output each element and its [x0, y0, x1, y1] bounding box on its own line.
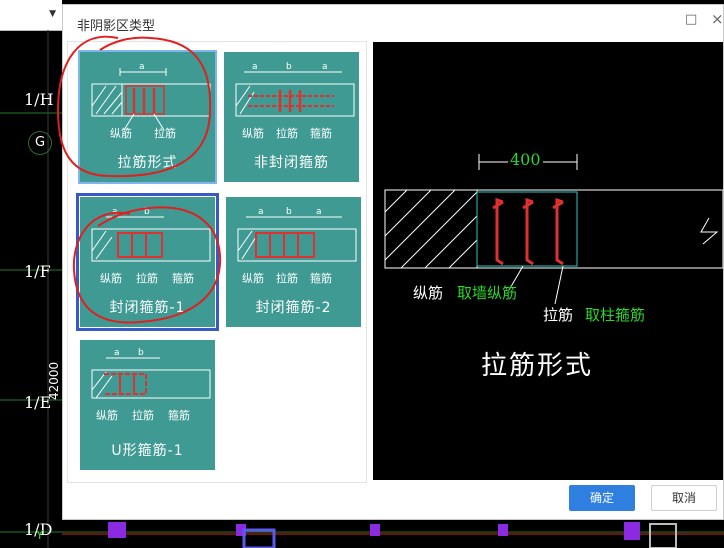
- preview-panel: 400 纵筋 取墙纵筋 拉筋 取柱箍筋 拉筋形式: [373, 42, 723, 480]
- tile-dim-a: a: [114, 348, 120, 358]
- tile-label-tie: 拉筋: [132, 409, 154, 422]
- tile-hover-frame: [78, 50, 217, 184]
- preview-label-longitudinal: 纵筋: [413, 284, 444, 302]
- preview-label-tie: 拉筋: [543, 306, 574, 324]
- tile-non-closed-stirrup[interactable]: a b a 纵筋 拉筋 箍筋 非封闭箍筋: [224, 52, 359, 182]
- tile-label-stirrup: 箍筋: [310, 272, 332, 285]
- non-shaded-area-type-dialog: 非阴影区类型 □ × a 纵筋 拉筋 拉筋形式 a b a 纵筋 拉筋 箍筋 非…: [62, 4, 724, 520]
- tile-label-tie: 拉筋: [276, 272, 298, 285]
- preview-dimension: 400: [508, 150, 543, 169]
- tile-closed-stirrup-2[interactable]: a b a 纵筋 拉筋 箍筋 封闭箍筋-2: [226, 197, 361, 327]
- cad-y-axis-label: Y: [36, 528, 44, 542]
- axis-bubble-g: G: [28, 131, 52, 155]
- square-icon[interactable]: □: [685, 12, 697, 27]
- tile-dim-a: a: [258, 207, 264, 217]
- cancel-button[interactable]: 取消: [651, 485, 717, 511]
- preview-label-longitudinal-value: 取墙纵筋: [457, 284, 518, 302]
- tile-dim-b: b: [138, 348, 144, 358]
- type-tile-list: a 纵筋 拉筋 拉筋形式 a b a 纵筋 拉筋 箍筋 非封闭箍筋 a b 纵筋…: [67, 41, 367, 483]
- cad-dimension-text: 42000: [47, 361, 61, 400]
- dialog-title: 非阴影区类型: [77, 19, 156, 34]
- tile-dim-a2: a: [316, 207, 322, 217]
- tile-label-longitudinal: 纵筋: [96, 409, 118, 422]
- tile-dim-b: b: [286, 207, 292, 217]
- tile-dim-a2: a: [322, 62, 328, 72]
- tile-dim-b: b: [286, 62, 292, 72]
- tile-dim-a: a: [252, 62, 258, 72]
- preview-label-tie-value: 取柱箍筋: [585, 306, 646, 324]
- ok-button[interactable]: 确定: [569, 485, 635, 511]
- tile-label-longitudinal: 纵筋: [242, 272, 264, 285]
- tile-u-stirrup-1[interactable]: a b 纵筋 拉筋 箍筋 U形箍筋-1: [80, 340, 215, 470]
- tile-label-tie: 拉筋: [276, 127, 298, 140]
- axis-label-1h: 1/H: [24, 90, 54, 109]
- close-icon[interactable]: ×: [711, 10, 724, 28]
- tile-caption: U形箍筋-1: [111, 443, 184, 459]
- preview-caption: 拉筋形式: [481, 351, 594, 381]
- tile-caption: 非封闭箍筋: [254, 155, 329, 171]
- tile-selection-frame: [76, 193, 219, 331]
- axis-label-1f: 1/F: [24, 262, 51, 281]
- tile-label-stirrup: 箍筋: [168, 409, 190, 422]
- preview-diagram: [384, 154, 723, 305]
- tile-label-stirrup: 箍筋: [310, 127, 332, 140]
- cad-bottom-strip: Y: [0, 520, 724, 548]
- tile-caption: 封闭箍筋-2: [255, 300, 332, 316]
- tile-label-longitudinal: 纵筋: [242, 127, 264, 140]
